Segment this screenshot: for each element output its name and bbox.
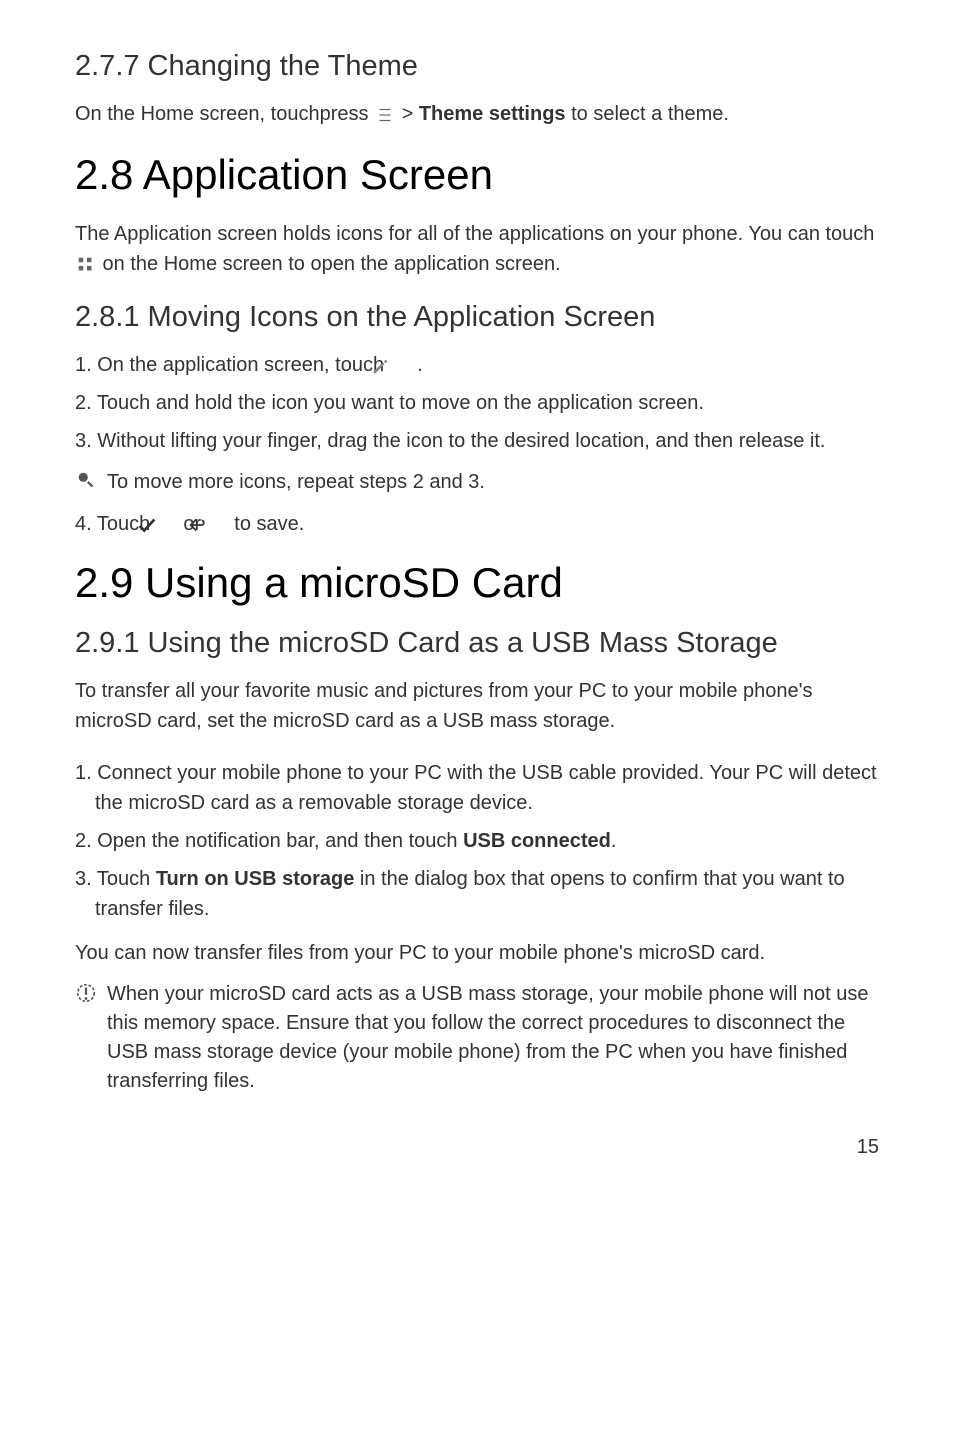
step-291-2: 2. Open the notification bar, and then t… (75, 826, 879, 856)
theme-settings-label: Theme settings (419, 103, 566, 125)
back-icon (207, 514, 229, 536)
heading-277: 2.7.7 Changing the Theme (75, 50, 879, 83)
turn-on-usb-label: Turn on USB storage (156, 868, 355, 890)
text-fragment: to save. (229, 513, 305, 535)
page-content: 2.7.7 Changing the Theme On the Home scr… (0, 0, 954, 1199)
page-number: 15 (75, 1136, 879, 1159)
paragraph-28: The Application screen holds icons for a… (75, 219, 879, 279)
paragraph-291-outro: You can now transfer files from your PC … (75, 938, 879, 968)
paragraph-291-intro: To transfer all your favorite music and … (75, 676, 879, 736)
step-281-2: 2. Touch and hold the icon you want to m… (75, 388, 879, 418)
caution-text-291: When your microSD card acts as a USB mas… (107, 980, 879, 1096)
text-fragment: 1. On the application screen, touch (75, 354, 390, 376)
text-fragment: > (396, 103, 419, 125)
step-281-4: 4. Touch or to save. (75, 509, 879, 539)
usb-connected-label: USB connected (463, 830, 611, 852)
text-fragment: 1. Connect your mobile phone to your PC … (75, 762, 877, 814)
text-fragment: 2. Open the notification bar, and then t… (75, 830, 463, 852)
step-291-3: 3. Touch Turn on USB storage in the dial… (75, 864, 879, 924)
step-291-1: 1. Connect your mobile phone to your PC … (75, 758, 879, 818)
heading-291: 2.9.1 Using the microSD Card as a USB Ma… (75, 627, 879, 660)
apps-grid-icon (75, 254, 97, 276)
pencil-icon (390, 355, 412, 377)
text-fragment: On the Home screen, touchpress (75, 103, 374, 125)
paragraph-277: On the Home screen, touchpress > Theme s… (75, 99, 879, 129)
heading-28: 2.8 Application Screen (75, 151, 879, 199)
tip-icon (75, 468, 107, 492)
step-281-3: 3. Without lifting your finger, drag the… (75, 426, 879, 456)
text-fragment: to select a theme. (566, 103, 729, 125)
caution-icon (75, 980, 107, 1004)
text-fragment: 3. Touch (75, 868, 156, 890)
menu-icon (374, 104, 396, 126)
heading-281: 2.8.1 Moving Icons on the Application Sc… (75, 301, 879, 334)
text-fragment: . (611, 830, 617, 852)
tip-text-281: To move more icons, repeat steps 2 and 3… (107, 468, 485, 497)
check-icon (156, 514, 178, 536)
text-fragment: . (412, 354, 423, 376)
caution-row-291: When your microSD card acts as a USB mas… (75, 980, 879, 1096)
heading-29: 2.9 Using a microSD Card (75, 559, 879, 607)
tip-row-281: To move more icons, repeat steps 2 and 3… (75, 468, 879, 497)
step-281-1: 1. On the application screen, touch . (75, 350, 879, 380)
text-fragment: The Application screen holds icons for a… (75, 223, 874, 245)
text-fragment: on the Home screen to open the applicati… (97, 253, 561, 275)
